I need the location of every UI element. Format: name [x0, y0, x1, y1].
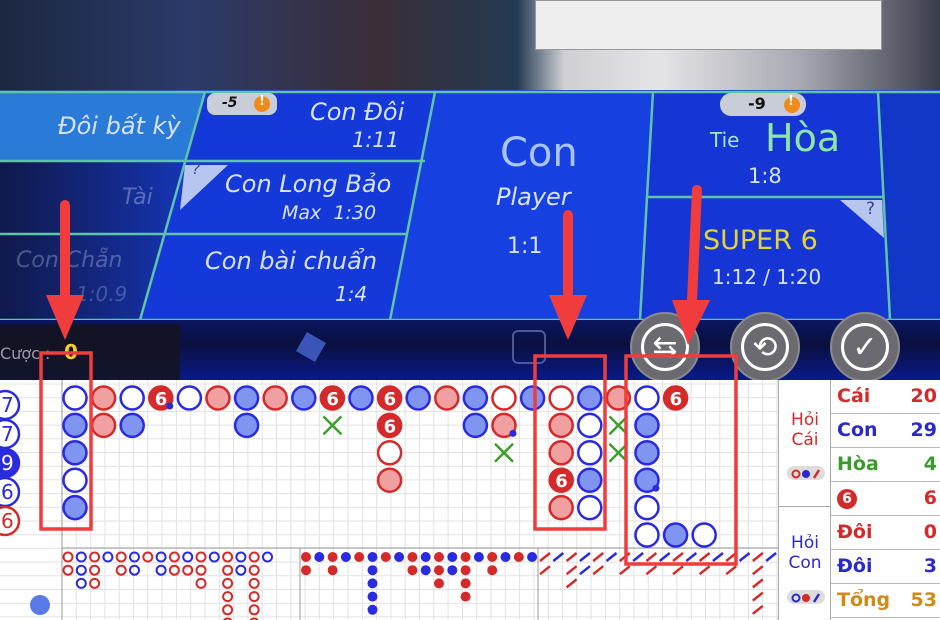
annotation-arrow	[687, 185, 702, 305]
annotation-box	[533, 354, 607, 531]
annotation-box	[39, 351, 93, 531]
annotation-box	[624, 354, 738, 566]
annotation-overlay	[39, 185, 738, 566]
